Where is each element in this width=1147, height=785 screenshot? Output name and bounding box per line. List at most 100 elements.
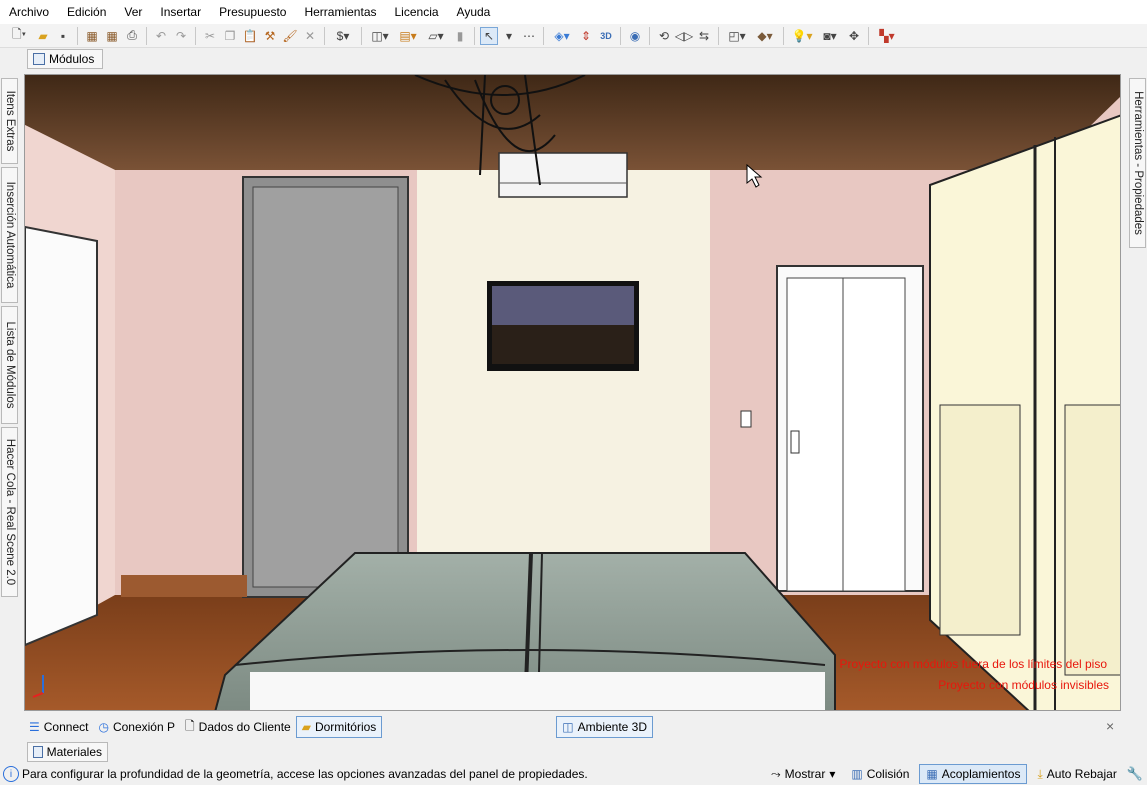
module-icon[interactable]: ◫▾ [367,27,393,45]
tab-herramientas-propiedades[interactable]: Herramientas - Propiedades [1129,78,1146,248]
save-icon[interactable]: ▪ [54,27,72,45]
open-icon[interactable]: ▰ [34,27,52,45]
new-icon[interactable]: 🗋▾ [6,27,32,45]
status-message: Para configurar la profundidad de la geo… [22,767,588,781]
tab-herramientas-propiedades-label: Herramientas - Propiedades [1131,91,1144,235]
budget-icon[interactable]: $▾ [330,27,356,45]
show-icon: ⤳ [771,766,781,781]
rss-icon: ☰ [29,720,40,734]
acoplamientos-toggle[interactable]: ▦ Acoplamientos [919,764,1028,784]
clock-icon: ◷ [98,720,109,734]
warning-invisible-modules: Proyecto con módulos invisibles [938,678,1109,692]
paste-icon[interactable]: 📋 [241,27,259,45]
light-switch [740,410,752,428]
menu-licencia[interactable]: Licencia [386,5,448,19]
close-tab-icon[interactable]: × [1106,718,1114,734]
rotate-icon[interactable]: ⟲ [655,27,673,45]
status-bar: i Para configurar la profundidad de la g… [0,763,1147,785]
left-door [25,225,98,647]
toolbar-separator [324,26,325,45]
tab-connect[interactable]: ☰ Connect [24,716,93,738]
menu-edicion[interactable]: Edición [58,5,115,19]
toolbar-separator [868,26,869,45]
printer-icon[interactable]: ⎙ [123,27,141,45]
cut-icon[interactable]: ✂ [201,27,219,45]
auto-rebajar-label: Auto Rebajar [1046,767,1117,781]
3d-viewport[interactable]: Proyecto con módulos fuera de los límite… [24,74,1121,711]
tab-itens-extras[interactable]: Itens Extras [1,78,18,164]
cube-icon[interactable]: ◆▾ [752,27,778,45]
tab-dormitorios[interactable]: ▰ Dormitórios [295,716,383,738]
auto-lower-icon: ⤓ [1037,766,1043,781]
eye-icon[interactable]: ◉ [626,27,644,45]
menu-ver[interactable]: Ver [115,5,151,19]
height-icon[interactable]: ⇕ [577,27,595,45]
toolbar-separator [361,26,362,45]
layers-icon[interactable]: ◈▾ [549,27,575,45]
colision-toggle[interactable]: ▥ Colisión [845,764,915,784]
tab-dormitorios-label: Dormitórios [314,720,377,734]
dimensions-icon[interactable]: ⋯ [520,27,538,45]
tab-conexion-p[interactable]: ◷ Conexión P [93,716,180,738]
toolbar-separator [474,26,475,45]
tab-hacer-cola[interactable]: Hacer Cola - Real Scene 2.0 [1,427,18,597]
tab-ambiente-3d[interactable]: ◫ Ambiente 3D [556,716,654,738]
undo-icon[interactable]: ↶ [152,27,170,45]
menu-presupuesto[interactable]: Presupuesto [210,5,295,19]
tab-dados-do-cliente-label: Dados do Cliente [198,720,291,734]
baseboard [121,575,247,597]
mirror-icon[interactable]: ⇆ [695,27,713,45]
tab-itens-extras-label: Itens Extras [3,90,16,152]
menu-ayuda[interactable]: Ayuda [448,5,500,19]
modulos-tab[interactable]: Módulos [27,49,103,69]
mostrar-dropdown[interactable]: ⤳ Mostrar ▾ [765,764,841,784]
tab-ambiente-3d-label: Ambiente 3D [577,720,648,734]
menu-herramientas[interactable]: Herramientas [295,5,385,19]
shape-icon[interactable]: ▱▾ [423,27,449,45]
3d-view-icon: ◫ [562,720,574,734]
panel-icon[interactable]: ▮ [451,27,469,45]
measure-icon[interactable]: ▾ [500,27,518,45]
view-box-icon[interactable]: ◰▾ [724,27,750,45]
materials-icon [33,746,43,758]
redo-icon[interactable]: ↷ [172,27,190,45]
toolbar-separator [783,26,784,45]
bricks-icon[interactable]: ▤▾ [395,27,421,45]
copy-icon[interactable]: ❐ [221,27,239,45]
materiales-tab[interactable]: Materiales [27,742,108,762]
tab-dados-do-cliente[interactable]: 🗋 Dados do Cliente [180,716,296,738]
tab-hacer-cola-label: Hacer Cola - Real Scene 2.0 [3,438,16,586]
wrench-icon[interactable]: 🔧 [1127,766,1143,782]
color-palette-icon[interactable]: ▚▾ [874,27,900,45]
flip-icon[interactable]: ◁▷ [675,27,693,45]
bed-footboard [250,672,825,710]
3d-icon[interactable]: 3D [597,27,615,45]
tab-lista-de-modulos[interactable]: Lista de Módulos [1,306,18,424]
air-conditioner [498,152,628,198]
camera-icon[interactable]: ◙▾ [817,27,843,45]
toolbar-separator [718,26,719,45]
menu-bar: Archivo Edición Ver Insertar Presupuesto… [0,0,1147,24]
print-preview-icon[interactable]: ▦ [103,27,121,45]
tab-lista-de-modulos-label: Lista de Módulos [3,321,16,409]
auto-rebajar-toggle[interactable]: ⤓ Auto Rebajar [1031,764,1122,784]
mostrar-label: Mostrar [784,767,826,781]
collision-icon: ▥ [851,767,863,781]
folder-icon: ▰ [301,720,311,734]
menu-archivo[interactable]: Archivo [0,5,58,19]
tab-insercion-automatica[interactable]: Inserción Automática [1,167,18,303]
paint-roller-icon[interactable]: 🖌 [281,27,299,45]
modules-icon [33,53,45,65]
toolbar-separator [146,26,147,45]
toolbar-separator [77,26,78,45]
light-icon[interactable]: 💡▾ [789,27,815,45]
acoplamientos-label: Acoplamientos [941,767,1021,781]
document-icon: 🗋 [185,718,195,733]
print-icon[interactable]: ▦ [83,27,101,45]
select-arrow-icon[interactable]: ↖ [480,26,498,45]
hammer-icon[interactable]: ⚒ [261,27,279,45]
document-tabs: ☰ Connect ◷ Conexión P 🗋 Dados do Client… [24,714,1123,740]
menu-insertar[interactable]: Insertar [151,5,210,19]
delete-icon[interactable]: ✕ [301,27,319,45]
move-icon[interactable]: ✥ [845,27,863,45]
